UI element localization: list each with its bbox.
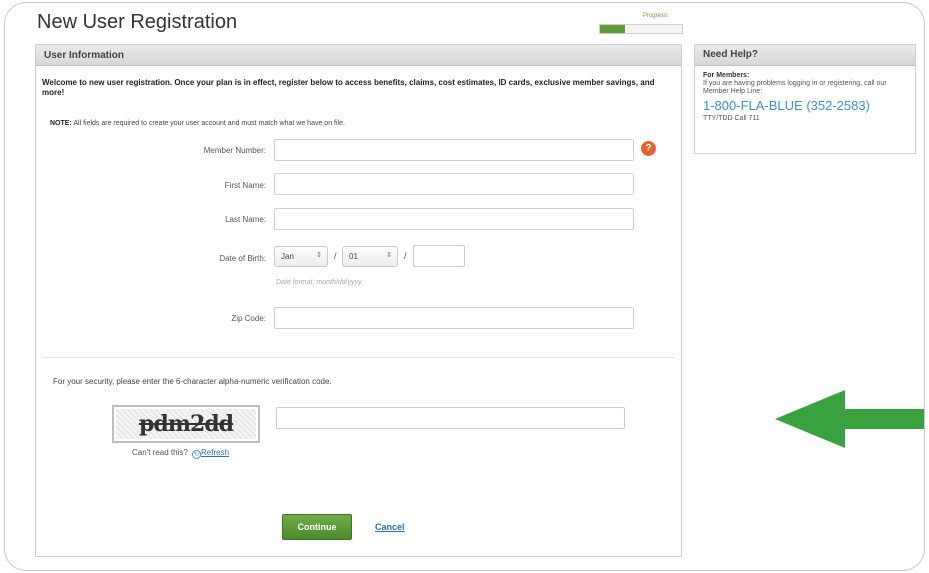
zip-code-input[interactable] (274, 307, 634, 329)
date-format-hint: Date format: month/dd/yyyy (276, 279, 362, 286)
section-divider (42, 357, 674, 358)
dob-separator: / (404, 251, 407, 261)
last-name-label: Last Name: (225, 215, 266, 224)
zip-code-label: Zip Code: (231, 314, 266, 323)
cancel-link[interactable]: Cancel (375, 522, 405, 532)
dob-day-value: 01 (349, 252, 358, 261)
note-text: NOTE: All fields are required to create … (50, 120, 345, 127)
progress-fill (600, 25, 625, 33)
dob-year-input[interactable] (413, 245, 465, 267)
help-body: For Members: If you are having problems … (695, 66, 915, 129)
captcha-text: pdm2dd (116, 409, 256, 439)
help-header: Need Help? (695, 45, 915, 66)
captcha-input[interactable] (276, 407, 625, 429)
tty-text: TTY/TDD Call 711 (703, 115, 760, 122)
user-information-panel: User Information Welcome to new user reg… (35, 44, 682, 557)
question-circle-icon[interactable]: ? (641, 141, 656, 156)
last-name-input[interactable] (274, 208, 634, 230)
need-help-panel: Need Help? For Members: If you are havin… (694, 44, 916, 154)
screenshot-frame: New User Registration Progress: User Inf… (4, 2, 925, 571)
select-arrow-icon: ⇕ (386, 252, 392, 259)
progress-bar (599, 24, 683, 34)
help-phone-number[interactable]: 1-800-FLA-BLUE (352-2583) (703, 97, 907, 115)
captcha-image: pdm2dd (112, 405, 260, 443)
note-body: All fields are required to create your u… (73, 120, 345, 127)
dob-label: Date of Birth: (219, 254, 266, 263)
first-name-input[interactable] (274, 173, 634, 195)
dob-separator: / (334, 251, 337, 261)
refresh-link[interactable]: Refresh (201, 448, 229, 457)
security-instructions: For your security, please enter the 6-ch… (53, 377, 332, 386)
panel-header: User Information (36, 45, 681, 66)
captcha-help: Can't read this? ↻ Refresh (132, 448, 229, 459)
dob-day-select[interactable]: 01 ⇕ (342, 246, 398, 267)
continue-button[interactable]: Continue (282, 514, 352, 540)
for-members-label: For Members: (703, 72, 750, 79)
select-arrow-icon: ⇕ (316, 252, 322, 259)
page-title: New User Registration (37, 11, 238, 33)
member-number-input[interactable] (274, 139, 634, 161)
welcome-text: Welcome to new user registration. Once y… (42, 78, 655, 97)
first-name-label: First Name: (224, 181, 266, 190)
help-text: If you are having problems logging in or… (703, 80, 887, 95)
dob-month-select[interactable]: Jan ⇕ (274, 246, 328, 267)
member-number-label: Member Number: (203, 146, 266, 155)
refresh-icon[interactable]: ↻ (192, 450, 202, 459)
cant-read-text: Can't read this? (132, 448, 188, 457)
note-label: NOTE: (50, 120, 72, 127)
left-arrow-icon (775, 390, 924, 448)
progress-label: Progress: (643, 13, 669, 19)
dob-month-value: Jan (281, 252, 294, 261)
